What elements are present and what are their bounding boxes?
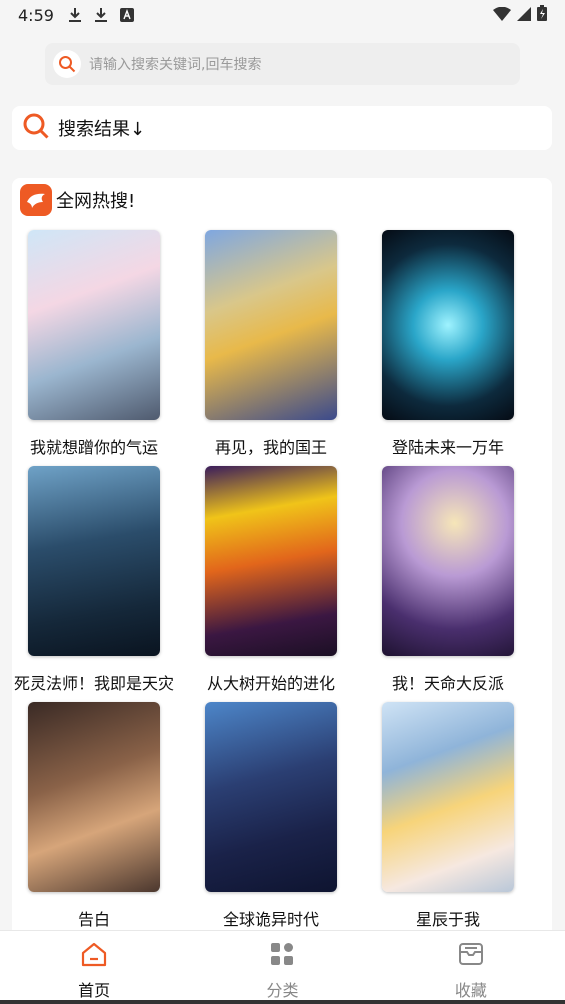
search-bar[interactable]: 请输入搜索关键词,回车搜索 (45, 43, 520, 85)
comic-card[interactable]: 从大树开始的进化 (189, 466, 366, 696)
comic-title[interactable]: 再见，我的国王 (183, 434, 359, 458)
search-icon (53, 50, 81, 78)
comic-cover[interactable] (28, 466, 160, 656)
comic-cover[interactable] (205, 466, 337, 656)
status-time: 4:59 (18, 5, 54, 25)
comic-title[interactable]: 全球诡异时代 (183, 906, 359, 930)
comic-title[interactable]: 我！天命大反派 (360, 670, 536, 694)
comic-card[interactable]: 死灵法师！我即是天灾 (12, 466, 189, 696)
comic-card[interactable]: 我！天命大反派 (366, 466, 543, 696)
comic-title[interactable]: 告白 (6, 906, 182, 930)
comic-card[interactable]: 全球诡异时代 (189, 702, 366, 932)
comic-title[interactable]: 死灵法师！我即是天灾 (6, 670, 182, 694)
comic-cover[interactable] (382, 702, 514, 892)
download-icon (68, 7, 82, 23)
wifi-icon (493, 6, 511, 25)
comic-title[interactable]: 登陆未来一万年 (360, 434, 536, 458)
tab-category-label: 分类 (266, 981, 299, 1000)
hot-search-title: 全网热搜! (56, 191, 136, 212)
comic-cover[interactable] (205, 230, 337, 420)
keyboard-a-icon (119, 8, 134, 22)
comic-card[interactable]: 登陆未来一万年 (366, 230, 543, 460)
comic-cover[interactable] (28, 702, 160, 892)
download-icon (94, 7, 108, 23)
comic-card[interactable]: 再见，我的国王 (189, 230, 366, 460)
comic-card[interactable]: 我就想蹭你的气运 (12, 230, 189, 460)
favorites-tray-icon (457, 941, 485, 971)
tab-category[interactable]: 分类 (188, 931, 376, 1004)
search-results-icon (22, 112, 50, 144)
comic-cover[interactable] (382, 466, 514, 656)
comic-title[interactable]: 星辰于我 (360, 906, 536, 930)
tab-favorites[interactable]: 收藏 (377, 931, 565, 1004)
bottom-navigation: 首页 分类 收藏 (0, 930, 565, 1004)
category-grid-icon (269, 941, 295, 971)
tab-home[interactable]: 首页 (0, 931, 188, 1004)
hot-fire-icon (20, 184, 52, 216)
search-results-header: 搜索结果↓ (12, 106, 552, 150)
comic-card[interactable]: 星辰于我 (366, 702, 543, 932)
comic-card[interactable]: 告白 (12, 702, 189, 932)
comic-cover[interactable] (28, 230, 160, 420)
home-icon (80, 941, 108, 971)
tab-favorites-label: 收藏 (454, 981, 487, 1000)
tab-home-label: 首页 (78, 981, 111, 1000)
comic-title[interactable]: 我就想蹭你的气运 (6, 434, 182, 458)
search-results-title: 搜索结果↓ (58, 119, 146, 140)
signal-icon (517, 6, 531, 25)
comic-cover[interactable] (205, 702, 337, 892)
hot-search-section: 全网热搜! 我就想蹭你的气运 再见，我的国王 登陆未来一万年 死灵法师！我即是天… (12, 178, 552, 938)
status-bar: 4:59 (0, 0, 565, 30)
gesture-bar (0, 1000, 565, 1004)
search-input[interactable]: 请输入搜索关键词,回车搜索 (89, 54, 261, 74)
battery-icon (537, 5, 547, 25)
comic-cover[interactable] (382, 230, 514, 420)
comic-title[interactable]: 从大树开始的进化 (183, 670, 359, 694)
